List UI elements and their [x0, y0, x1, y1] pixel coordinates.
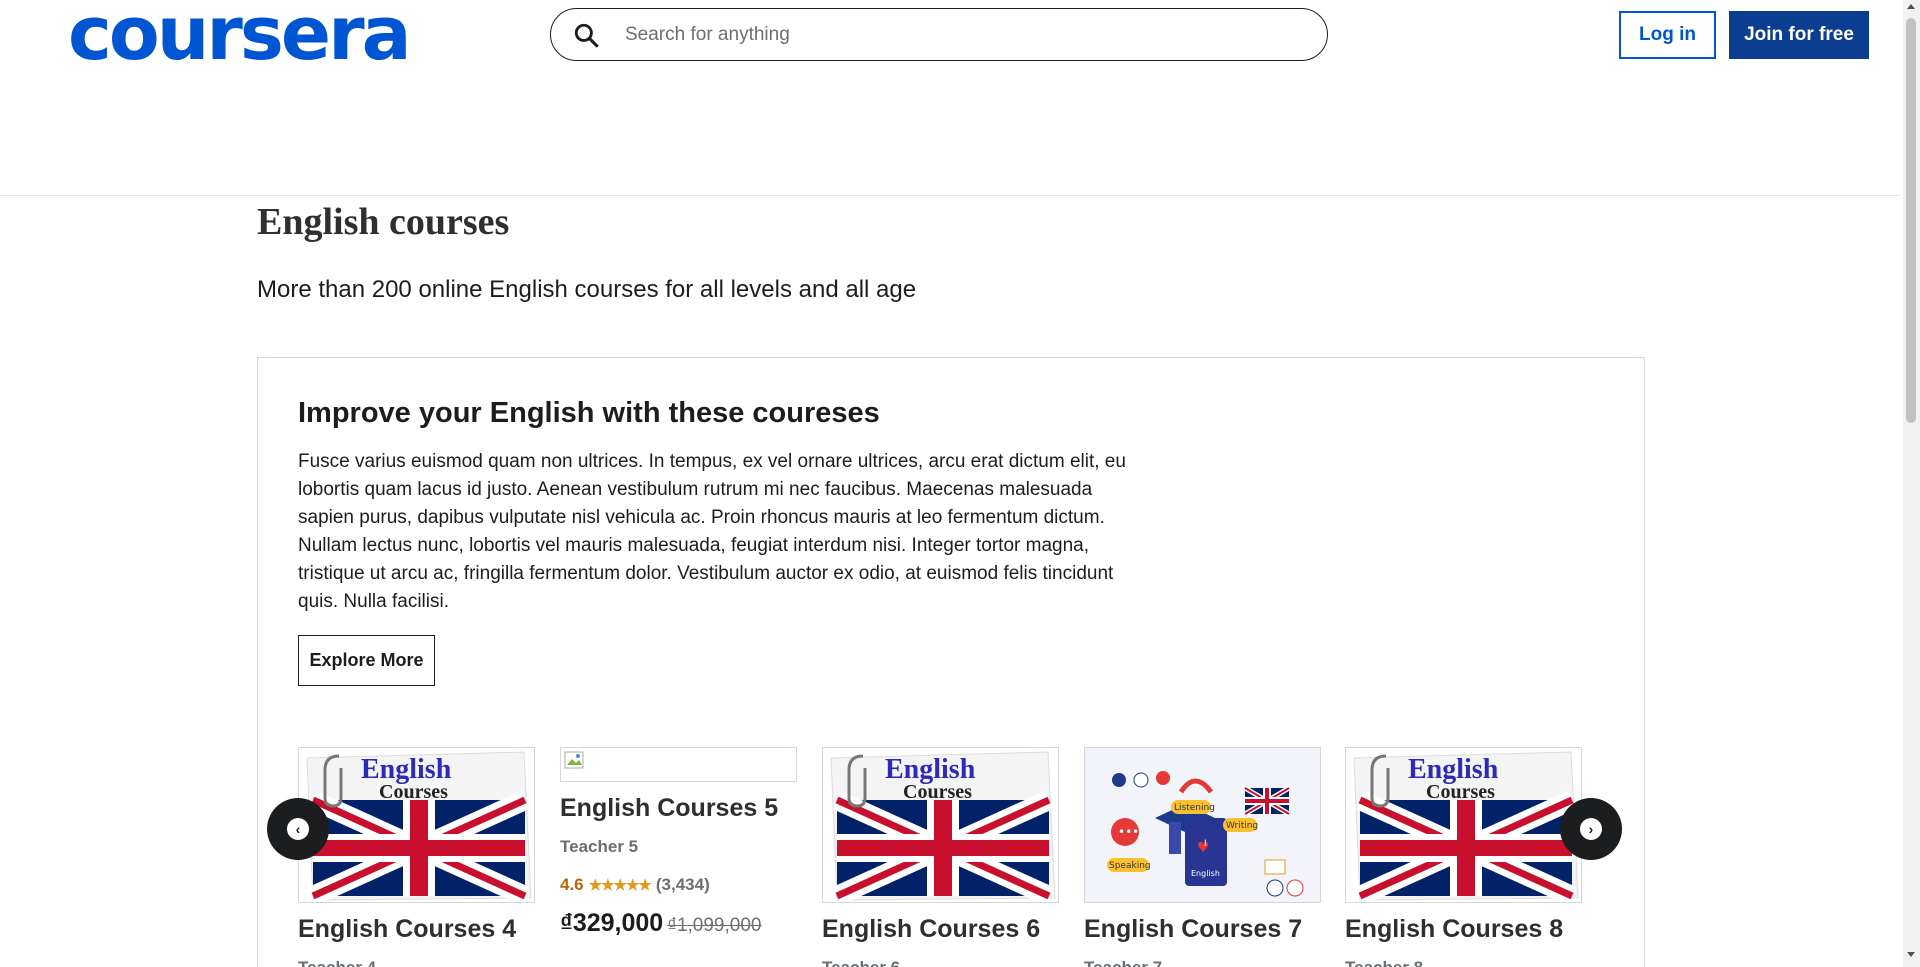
- speaking-label: Speaking: [1109, 861, 1151, 871]
- scroll-thumb[interactable]: [1906, 18, 1916, 423]
- course-teacher: Teacher 4: [298, 958, 535, 967]
- page-scrollbar[interactable]: [1903, 0, 1920, 967]
- search-bar[interactable]: [550, 8, 1328, 61]
- course-teacher: Teacher 6: [822, 958, 1059, 967]
- search-icon[interactable]: [573, 22, 599, 48]
- union-jack-english-courses-image: English Courses: [299, 748, 534, 902]
- scroll-down-arrow-icon[interactable]: [1907, 952, 1915, 957]
- course-thumbnail-union-jack: English Courses: [298, 747, 535, 903]
- union-jack-english-courses-image: English Courses: [1346, 748, 1581, 902]
- original-price: ₫1,099,000: [667, 915, 762, 936]
- course-card[interactable]: ••• ♥ Listening Writing Speaking I Engli…: [1084, 747, 1321, 967]
- course-title[interactable]: English Courses 4: [298, 915, 535, 944]
- english-skills-illustration: ••• ♥ Listening Writing Speaking I Engli…: [1085, 748, 1320, 902]
- course-thumbnail-broken: [560, 747, 797, 782]
- course-card[interactable]: English Courses English Courses 4 Teache…: [298, 747, 535, 967]
- course-title[interactable]: English Courses 8: [1345, 915, 1582, 944]
- illustration-english-label: English: [1191, 869, 1220, 878]
- current-price: ₫329,000: [560, 909, 664, 937]
- course-thumbnail-illustration: ••• ♥ Listening Writing Speaking I Engli…: [1084, 747, 1321, 903]
- coursera-logo[interactable]: coursera: [68, 0, 412, 71]
- course-thumbnail-union-jack: English Courses: [822, 747, 1059, 903]
- course-title[interactable]: English Courses 7: [1084, 915, 1321, 944]
- course-thumbnail-union-jack: English Courses: [1345, 747, 1582, 903]
- union-jack-english-courses-image: English Courses: [823, 748, 1058, 902]
- chevron-left-icon: ‹: [287, 818, 309, 840]
- star-rating-icon: ★★★★★: [588, 877, 652, 894]
- course-title[interactable]: English Courses 5: [560, 794, 797, 823]
- search-input[interactable]: [625, 23, 1305, 46]
- chevron-right-icon: ›: [1580, 818, 1602, 840]
- course-card[interactable]: English Courses English Courses 6 Teache…: [822, 747, 1059, 967]
- listening-label: Listening: [1174, 803, 1215, 813]
- banner-courses-text: Courses: [379, 781, 448, 803]
- broken-image-icon: [564, 751, 584, 769]
- course-card[interactable]: English Courses English Courses 8 Teache…: [1345, 747, 1582, 967]
- rating-score: 4.6: [560, 875, 584, 894]
- banner-courses-text: Courses: [903, 781, 972, 803]
- course-teacher: Teacher 8: [1345, 958, 1582, 967]
- featured-courses-section: Improve your English with these coureses…: [257, 357, 1645, 967]
- course-card[interactable]: English Courses 5 Teacher 5 4.6 ★★★★★ (3…: [560, 747, 797, 938]
- course-title[interactable]: English Courses 6: [822, 915, 1059, 944]
- course-price: ₫329,000 ₫1,099,000: [560, 909, 797, 938]
- illustration-i-label: I: [1204, 839, 1207, 849]
- scroll-up-arrow-icon[interactable]: [1907, 4, 1915, 9]
- login-button[interactable]: Log in: [1619, 11, 1716, 59]
- course-teacher: Teacher 7: [1084, 958, 1321, 967]
- section-heading: Improve your English with these coureses: [298, 397, 880, 429]
- svg-text:•••: •••: [1118, 825, 1139, 839]
- writing-label: Writing: [1226, 821, 1258, 831]
- site-header: coursera Log in Join for free: [0, 0, 1900, 196]
- page-title: English courses: [257, 201, 510, 243]
- course-teacher: Teacher 5: [560, 837, 639, 856]
- carousel-next-button[interactable]: ›: [1560, 798, 1622, 860]
- banner-courses-text: Courses: [1426, 781, 1495, 803]
- course-rating: 4.6 ★★★★★ (3,434): [560, 875, 797, 895]
- explore-more-button[interactable]: Explore More: [298, 635, 435, 686]
- join-for-free-button[interactable]: Join for free: [1729, 11, 1869, 59]
- review-count: (3,434): [655, 875, 710, 894]
- page-subtitle: More than 200 online English courses for…: [257, 276, 917, 303]
- carousel-prev-button[interactable]: ‹: [267, 798, 329, 860]
- section-description: Fusce varius euismod quam non ultrices. …: [298, 451, 1126, 612]
